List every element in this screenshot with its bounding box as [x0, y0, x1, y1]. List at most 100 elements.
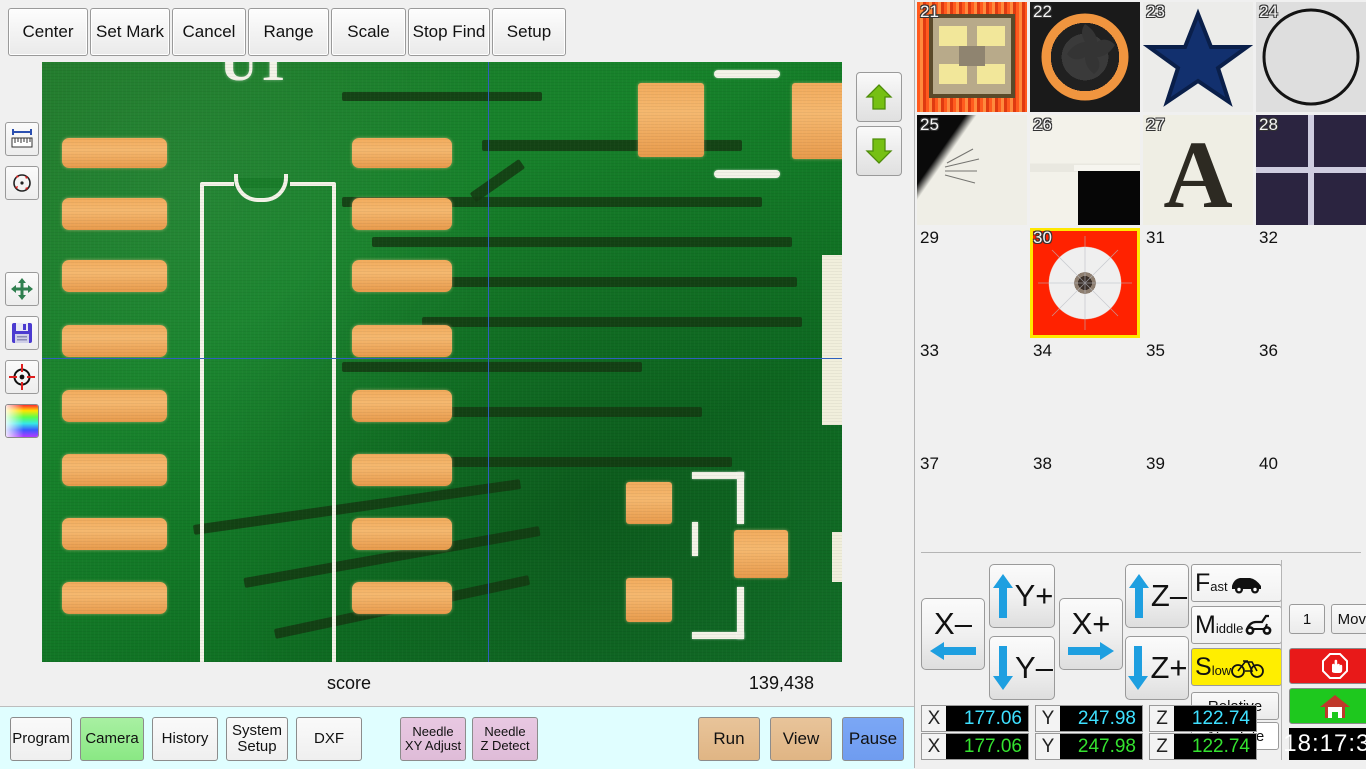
- thumbnail-number: 21: [920, 2, 939, 22]
- pcb-image: U1: [42, 62, 842, 662]
- coordinate-value: 247.98: [1060, 706, 1142, 731]
- jog-y-plus-label: Y+: [1015, 578, 1054, 614]
- svg-text:A: A: [1163, 121, 1232, 225]
- jog-z-plus-label: Z+: [1150, 650, 1187, 686]
- coordinate-value: 122.74: [1174, 734, 1256, 759]
- thumbnail-cell[interactable]: 38: [1030, 454, 1140, 564]
- jog-y-minus-label: Y–: [1015, 650, 1053, 686]
- thumbnail-cell[interactable]: A27: [1143, 115, 1253, 225]
- color-palette-icon[interactable]: [5, 404, 39, 438]
- bottom-button-history[interactable]: History: [152, 717, 218, 761]
- measure-ruler-icon[interactable]: [5, 122, 39, 156]
- bottom-button-needle-z-detect[interactable]: Needle Z Detect: [472, 717, 538, 761]
- jog-x-plus-label: X+: [1072, 606, 1111, 642]
- thumbnail-number: 30: [1033, 228, 1052, 248]
- coordinate-axis-label: X: [922, 708, 946, 730]
- jog-x-minus-label: X–: [934, 606, 972, 642]
- toolbar-button-setup[interactable]: Setup: [492, 8, 566, 56]
- thumbnail-cell[interactable]: 33: [917, 341, 1027, 451]
- thumbnail-cell[interactable]: 25: [917, 115, 1027, 225]
- panel-divider: [921, 552, 1361, 553]
- score-label: score: [327, 673, 371, 694]
- coordinate-axis-label: X: [922, 736, 946, 758]
- coordinate-value: 247.98: [1060, 734, 1142, 759]
- home-button[interactable]: [1289, 688, 1366, 724]
- bottom-button-dxf[interactable]: DXF: [296, 717, 362, 761]
- coordinate-axis-label: Z: [1150, 736, 1174, 758]
- thumbnail-cell[interactable]: 29: [917, 228, 1027, 338]
- thumbnail-cell[interactable]: 31: [1143, 228, 1253, 338]
- top-toolbar: Center Set MarkCancel Range ScaleStop FindS…: [0, 0, 914, 62]
- save-floppy-icon[interactable]: [5, 316, 39, 350]
- system-clock: 18:17:30: [1289, 728, 1366, 760]
- jog-y-minus-button[interactable]: Y–: [989, 636, 1055, 700]
- toolbar-button-set-mark[interactable]: Set Mark: [90, 8, 170, 56]
- bottom-button-view[interactable]: View: [770, 717, 832, 761]
- jog-x-plus-button[interactable]: X+: [1059, 598, 1123, 670]
- thumbnail-cell[interactable]: 40: [1256, 454, 1366, 564]
- move-button[interactable]: Move: [1331, 604, 1366, 634]
- crosshair-target-icon[interactable]: [5, 360, 39, 394]
- coordinate-value: 122.74: [1174, 706, 1256, 731]
- thumbnail-cell[interactable]: 28: [1256, 115, 1366, 225]
- thumbnail-cell[interactable]: 37: [917, 454, 1027, 564]
- score-value: 139,438: [749, 673, 814, 694]
- bottom-button-camera[interactable]: Camera: [80, 717, 144, 761]
- toolbar-button-scale[interactable]: Scale: [331, 8, 406, 56]
- thumbnail-cell[interactable]: 39: [1143, 454, 1253, 564]
- stop-hand-icon: [1321, 652, 1349, 680]
- toolbar-button-label: Range: [263, 22, 313, 42]
- bottom-button-program[interactable]: Program: [10, 717, 72, 761]
- thumbnail-cell[interactable]: 23: [1143, 2, 1253, 112]
- scooter-icon: [1243, 613, 1275, 637]
- bottom-button-label: System Setup: [232, 723, 282, 755]
- thumbnail-number: 24: [1259, 2, 1278, 22]
- coordinate-readout-z-relative: Z122.74: [1149, 705, 1257, 732]
- jog-y-plus-button[interactable]: Y+: [989, 564, 1055, 628]
- thumbnail-cell[interactable]: 21: [917, 2, 1027, 112]
- bottom-button-needle-xy-adjust[interactable]: Needle XY Adjust: [400, 717, 466, 761]
- jog-z-plus-button[interactable]: Z+: [1125, 636, 1189, 700]
- crosshair-vertical: [488, 62, 489, 662]
- thumbnail-number: 40: [1259, 454, 1278, 474]
- bottom-button-label: Run: [713, 730, 744, 748]
- bottom-button-pause[interactable]: Pause: [842, 717, 904, 761]
- thumbnail-cell[interactable]: 30: [1030, 228, 1140, 338]
- toolbar-button-label: Center: [22, 22, 73, 42]
- thumbnail-cell[interactable]: 26: [1030, 115, 1140, 225]
- step-size-input[interactable]: 1: [1289, 604, 1325, 634]
- emergency-stop-button[interactable]: [1289, 648, 1366, 684]
- toolbar-button-cancel[interactable]: Cancel: [172, 8, 246, 56]
- thumbnail-number: 38: [1033, 454, 1052, 474]
- move-pan-icon[interactable]: [5, 272, 39, 306]
- thumbnail-cell[interactable]: 32: [1256, 228, 1366, 338]
- speed-middle-button[interactable]: Middle: [1191, 606, 1282, 644]
- coordinate-readout-x-relative: X177.06: [921, 705, 1029, 732]
- coordinate-readout-z-absolute: Z122.74: [1149, 733, 1257, 760]
- thumbnail-scroll-up-button[interactable]: [856, 72, 902, 122]
- toolbar-button-stop-find[interactable]: Stop Find: [408, 8, 490, 56]
- thumbnail-cell[interactable]: 34: [1030, 341, 1140, 451]
- toolbar-button-center[interactable]: Center: [8, 8, 88, 56]
- speed-slow-button[interactable]: Slow: [1191, 648, 1282, 686]
- bottom-button-system-setup[interactable]: System Setup: [226, 717, 288, 761]
- thumbnail-number: 33: [920, 341, 939, 361]
- bottom-button-run[interactable]: Run: [698, 717, 760, 761]
- thumbnail-cell[interactable]: 24: [1256, 2, 1366, 112]
- thumbnail-cell[interactable]: 35: [1143, 341, 1253, 451]
- jog-z-minus-button[interactable]: Z–: [1125, 564, 1189, 628]
- thumbnail-cell[interactable]: 22: [1030, 2, 1140, 112]
- thumbnail-scroll-down-button[interactable]: [856, 126, 902, 176]
- jog-x-minus-button[interactable]: X–: [921, 598, 985, 670]
- circle-find-icon[interactable]: [5, 166, 39, 200]
- bottom-button-label: Needle XY Adjust: [405, 725, 461, 752]
- thumbnail-number: 23: [1146, 2, 1165, 22]
- coordinate-readout-y-relative: Y247.98: [1035, 705, 1143, 732]
- bottom-button-label: Needle Z Detect: [480, 725, 529, 752]
- thumbnail-number: 31: [1146, 228, 1165, 248]
- toolbar-button-range[interactable]: Range: [248, 8, 329, 56]
- thumbnail-cell[interactable]: 36: [1256, 341, 1366, 451]
- speed-fast-button[interactable]: Fast: [1191, 564, 1282, 602]
- thumbnail-number: 32: [1259, 228, 1278, 248]
- camera-view[interactable]: U1: [42, 62, 842, 662]
